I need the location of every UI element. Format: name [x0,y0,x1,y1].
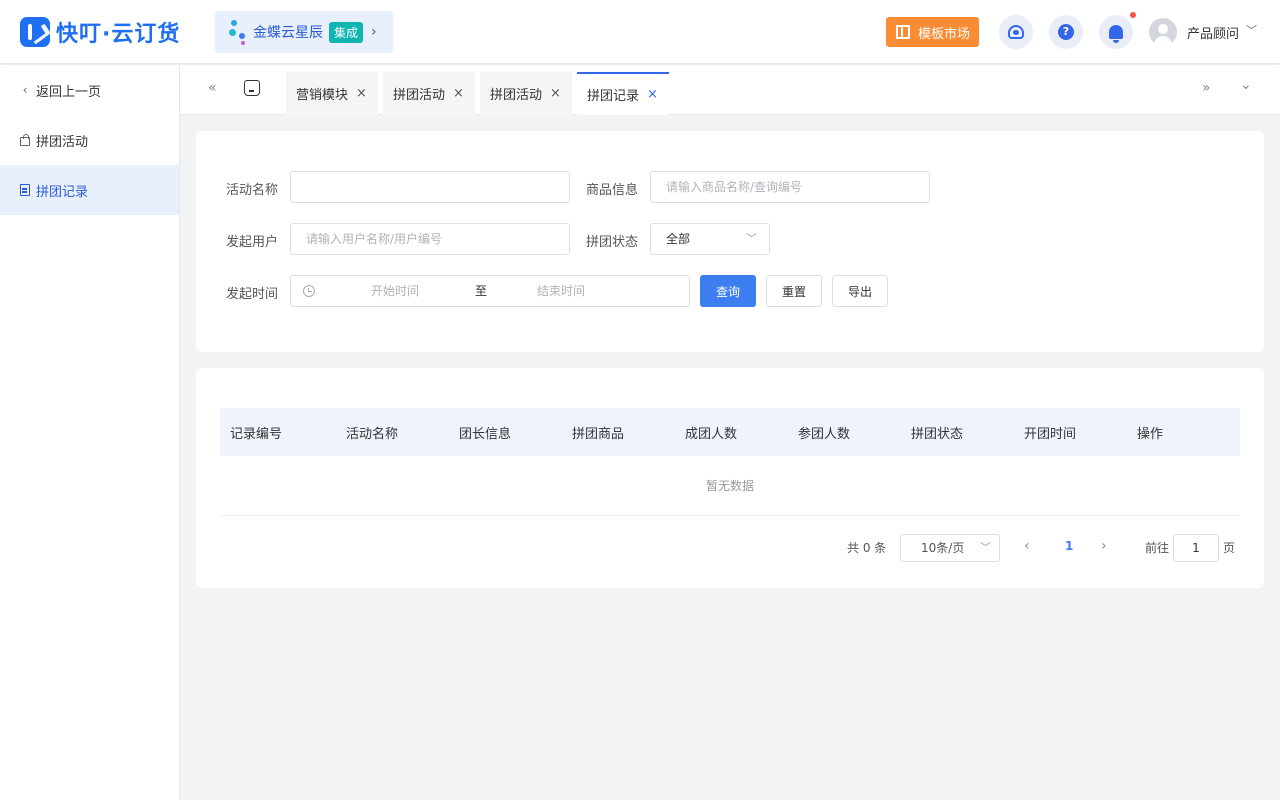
reset-button[interactable]: 重置 [766,275,822,307]
notification-dot [1130,12,1136,18]
column-header: 团长信息 [459,427,512,442]
column-header: 成团人数 [685,427,738,442]
initiator-label: 发起用户 [226,235,279,250]
tabs-scroll-right-icon[interactable]: » [1202,80,1211,96]
sidebar-item-group-record[interactable]: 拼团记录 [0,165,179,215]
help-button[interactable]: ? [1049,15,1083,49]
start-time-input[interactable]: 开始时间 [371,276,419,306]
avatar[interactable] [1149,18,1177,46]
tabs-scroll-left-icon[interactable]: « [208,80,217,96]
time-label: 发起时间 [226,287,279,302]
shopping-bag-icon [18,134,32,146]
sidebar-item-label: 拼团活动 [36,134,89,150]
tab-label: 拼团记录 [587,89,640,104]
tabs-dropdown-icon[interactable]: ⌄ [1240,77,1252,93]
page-size-value: 10条/页 [921,541,965,555]
page-number-current[interactable]: 1 [1065,539,1073,553]
status-label: 拼团状态 [586,235,639,250]
chevron-down-icon[interactable]: ﹀ [1246,22,1257,38]
customer-service-button[interactable] [999,15,1033,49]
tab-marketing-module[interactable]: 营销模块 × [286,72,378,115]
customer-service-icon [1008,25,1024,39]
document-icon [18,184,32,196]
tab-group-record[interactable]: 拼团记录 × [577,72,669,115]
template-icon [896,25,910,39]
template-market-label: 模板市场 [918,26,971,42]
chevron-down-icon: ﹀ [980,541,991,554]
export-button[interactable]: 导出 [832,275,888,307]
pagination-total: 共 0 条 [847,541,887,555]
table-panel: 记录编号 活动名称 团长信息 拼团商品 成团人数 参团人数 拼团状态 开团时间 … [196,368,1264,588]
goto-page-input[interactable]: 1 [1173,534,1219,562]
kingdee-integration-button[interactable]: 金蝶云星辰 集成 › [215,11,393,53]
initiator-input[interactable]: 请输入用户名称/用户编号 [290,223,570,255]
notification-button[interactable] [1099,15,1133,49]
close-icon[interactable]: × [356,86,367,101]
app-logo[interactable]: 快叮·云订货 [20,16,180,48]
filter-panel: 活动名称 商品信息 请输入商品名称/查询编号 发起用户 请输入用户名称/用户编号… [196,131,1264,352]
page-size-select[interactable]: 10条/页 ﹀ [900,534,1000,562]
sidebar: ‹ 返回上一页 拼团活动 拼团记录 [0,65,180,800]
chevron-down-icon: ﹀ [746,232,757,245]
status-value: 全部 [666,232,691,246]
query-button[interactable]: 查询 [700,275,756,307]
column-header: 操作 [1137,427,1164,442]
kingdee-name: 金蝶云星辰 [253,25,323,41]
close-icon[interactable]: × [647,87,658,102]
tabs-bar: « 营销模块 × 拼团活动 × 拼团活动 × 拼团记录 × » ⌄ [180,65,1280,115]
column-header: 活动名称 [346,427,399,442]
home-tab[interactable] [244,80,262,98]
chevron-right-icon: › [371,24,377,40]
goto-unit-label: 页 [1223,541,1236,555]
product-info-input[interactable]: 请输入商品名称/查询编号 [650,171,930,203]
tab-group-activity-2[interactable]: 拼团活动 × [480,72,572,115]
logo-text: 快叮·云订货 [56,22,181,47]
close-icon[interactable]: × [453,86,464,101]
chevron-left-icon: ‹ [22,83,28,97]
column-header: 参团人数 [798,427,851,442]
logo-icon [20,17,50,47]
column-header: 记录编号 [230,427,283,442]
tab-label: 拼团活动 [393,88,446,103]
clock-icon [303,285,315,297]
prev-page-icon[interactable]: ‹ [1024,538,1030,554]
goto-label: 前往 [1145,541,1170,555]
integration-badge: 集成 [329,21,364,43]
close-icon[interactable]: × [550,86,561,101]
table-header: 记录编号 活动名称 团长信息 拼团商品 成团人数 参团人数 拼团状态 开团时间 … [220,408,1240,456]
time-range-picker[interactable]: 开始时间 至 结束时间 [290,275,690,307]
range-separator: 至 [475,284,488,298]
home-icon [244,80,260,96]
next-page-icon[interactable]: › [1101,538,1107,554]
back-label: 返回上一页 [36,84,102,100]
column-header: 开团时间 [1024,427,1077,442]
product-info-label: 商品信息 [586,183,639,198]
user-name[interactable]: 产品顾问 [1187,23,1239,42]
activity-name-input[interactable] [290,171,570,203]
sidebar-item-group-activity[interactable]: 拼团活动 [0,115,179,165]
status-select[interactable]: 全部 ﹀ [650,223,770,255]
column-header: 拼团商品 [572,427,625,442]
column-header: 拼团状态 [911,427,964,442]
sidebar-item-label: 拼团记录 [36,184,89,200]
tab-label: 营销模块 [296,88,349,103]
kingdee-logo-icon [229,19,249,45]
empty-state: 暂无数据 [220,456,1240,516]
tab-group-activity[interactable]: 拼团活动 × [383,72,475,115]
tab-label: 拼团活动 [490,88,543,103]
template-market-button[interactable]: 模板市场 [886,17,979,47]
end-time-input[interactable]: 结束时间 [537,276,585,306]
back-link[interactable]: ‹ 返回上一页 [0,65,179,115]
bell-icon [1109,25,1123,43]
activity-name-label: 活动名称 [226,183,279,198]
help-icon: ? [1058,24,1074,40]
top-header: 快叮·云订货 金蝶云星辰 集成 › 模板市场 ? 产品顾问 ﹀ [0,0,1280,64]
